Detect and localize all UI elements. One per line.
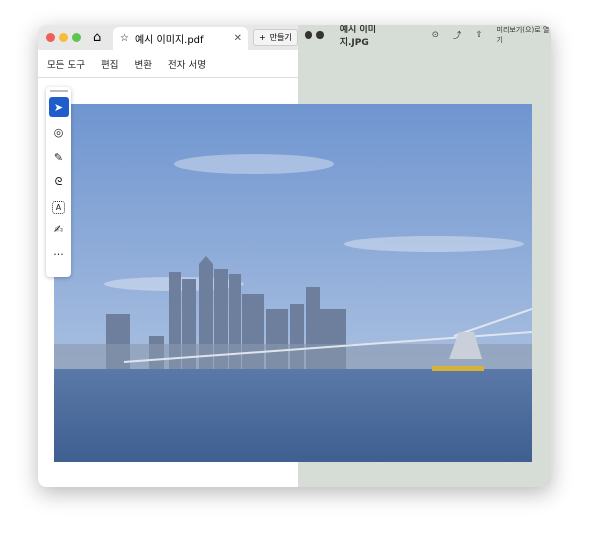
close-window-button[interactable]	[46, 33, 55, 42]
star-icon[interactable]: ☆	[120, 33, 129, 44]
open-preview-button[interactable]: 미리보기(으)로 열기	[497, 25, 551, 45]
share-icon[interactable]: ⇧	[475, 30, 482, 40]
menu-all-tools[interactable]: 모든 도구	[47, 57, 85, 71]
home-icon[interactable]: ⌂	[93, 30, 101, 45]
pen-icon[interactable]: ✎	[49, 147, 69, 167]
menu-convert[interactable]: 변환	[134, 57, 151, 71]
more-icon[interactable]: ···	[49, 244, 69, 264]
comment-icon[interactable]: ◎	[49, 122, 69, 142]
rotate-icon[interactable]: ⤴	[453, 29, 462, 41]
zoom-window-button[interactable]	[72, 33, 81, 42]
sign-icon[interactable]: ✍	[49, 219, 69, 239]
tab-document[interactable]: ☆ 예시 이미지.pdf ✕	[113, 27, 248, 50]
preview-title: 예시 이미지.JPG	[339, 25, 376, 48]
select-icon[interactable]: ➤	[48, 97, 69, 117]
text-select-icon[interactable]: A	[52, 201, 65, 214]
create-button[interactable]: + 만들기	[253, 29, 298, 46]
tab-title: 예시 이미지.pdf	[134, 35, 204, 46]
lasso-icon[interactable]: ᘓ	[49, 172, 69, 192]
quick-tools: ➤ ◎ ✎ ᘓ A ✍ ···	[46, 87, 71, 277]
drag-handle[interactable]	[49, 90, 68, 92]
window: ⌂ ☆ 예시 이미지.pdf ✕ + 만들기 모든 도구 편집 변환 전자 서명 …	[38, 25, 551, 487]
create-label: 만들기	[269, 33, 292, 42]
menu-e-sign[interactable]: 전자 서명	[168, 57, 206, 71]
preview-header: 예시 이미지.JPG ⊙ ⤴ ⇧ 미리보기(으)로 열기	[298, 25, 551, 48]
markup-icon[interactable]: ⊙	[432, 30, 439, 40]
photo-image	[54, 104, 532, 462]
minimize-window-button[interactable]	[59, 33, 68, 42]
close-icon[interactable]	[305, 31, 313, 39]
close-tab-icon[interactable]: ✕	[234, 33, 242, 44]
check-icon[interactable]	[316, 31, 324, 39]
menu-edit[interactable]: 편집	[101, 57, 118, 71]
tab-bar: ⌂ ☆ 예시 이미지.pdf ✕ + 만들기	[38, 25, 298, 50]
plus-icon: +	[259, 33, 266, 42]
menu-bar: 모든 도구 편집 변환 전자 서명	[38, 50, 298, 78]
